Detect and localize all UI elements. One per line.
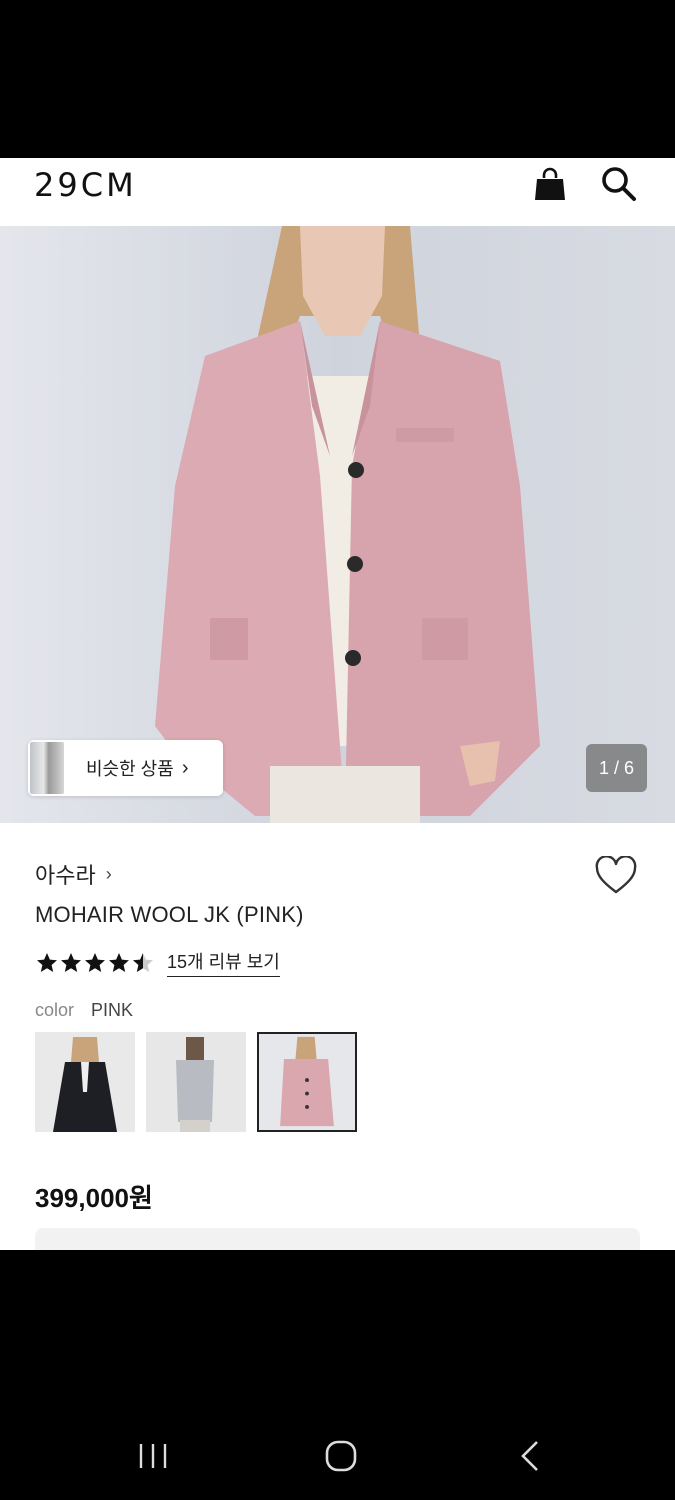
heart-icon[interactable] bbox=[594, 856, 638, 896]
image-counter: 1 / 6 bbox=[586, 744, 647, 792]
color-swatch-grey[interactable] bbox=[146, 1032, 246, 1132]
chevron-right-icon: › bbox=[181, 756, 189, 779]
rating-row: 15개 리뷰 보기 bbox=[35, 948, 280, 977]
chevron-right-icon: › bbox=[105, 863, 112, 884]
color-label: color bbox=[35, 1000, 75, 1020]
similar-products-thumbnail bbox=[30, 742, 64, 794]
status-bar-area bbox=[0, 0, 675, 158]
product-image-gallery[interactable]: 비슷한 상품 › 1 / 6 bbox=[0, 226, 675, 823]
back-icon[interactable] bbox=[511, 1436, 551, 1476]
color-swatch-pink[interactable] bbox=[257, 1032, 357, 1132]
search-icon[interactable] bbox=[598, 164, 638, 204]
swatch-image bbox=[35, 1032, 135, 1132]
star-icon bbox=[109, 952, 129, 972]
swatch-image bbox=[259, 1034, 355, 1130]
color-swatch-black[interactable] bbox=[35, 1032, 135, 1132]
system-navigation-bar bbox=[0, 1250, 675, 1500]
color-swatches bbox=[35, 1032, 368, 1132]
brand-name: 아수라 bbox=[35, 863, 96, 888]
star-icon bbox=[37, 952, 57, 972]
color-value: PINK bbox=[91, 1000, 134, 1020]
brand-link[interactable]: 아수라 › bbox=[35, 858, 112, 890]
star-icon bbox=[85, 952, 105, 972]
rating-stars bbox=[35, 951, 155, 975]
brand-logo[interactable]: 29CM bbox=[34, 166, 137, 204]
product-price: 399,000원 bbox=[35, 1183, 153, 1213]
review-link[interactable]: 15개 리뷰 보기 bbox=[167, 948, 280, 977]
product-title: MOHAIR WOOL JK (PINK) bbox=[35, 902, 304, 927]
color-row: color PINK bbox=[35, 1000, 133, 1021]
info-panel bbox=[35, 1228, 640, 1250]
app-header: 29CM bbox=[0, 158, 675, 226]
half-star-icon bbox=[133, 952, 153, 972]
product-photo bbox=[0, 226, 675, 823]
product-page: 29CM 비슷한 상품 › 1 / 6 아수라 › MOHAIR WOOL JK… bbox=[0, 158, 675, 1250]
home-icon[interactable] bbox=[321, 1436, 361, 1476]
similar-products-label: 비슷한 상품 bbox=[86, 759, 174, 779]
similar-products-button[interactable]: 비슷한 상품 › bbox=[28, 740, 223, 796]
star-icon bbox=[61, 952, 81, 972]
shopping-bag-icon[interactable] bbox=[532, 166, 568, 202]
swatch-image bbox=[146, 1032, 246, 1132]
recents-icon[interactable] bbox=[133, 1436, 173, 1476]
